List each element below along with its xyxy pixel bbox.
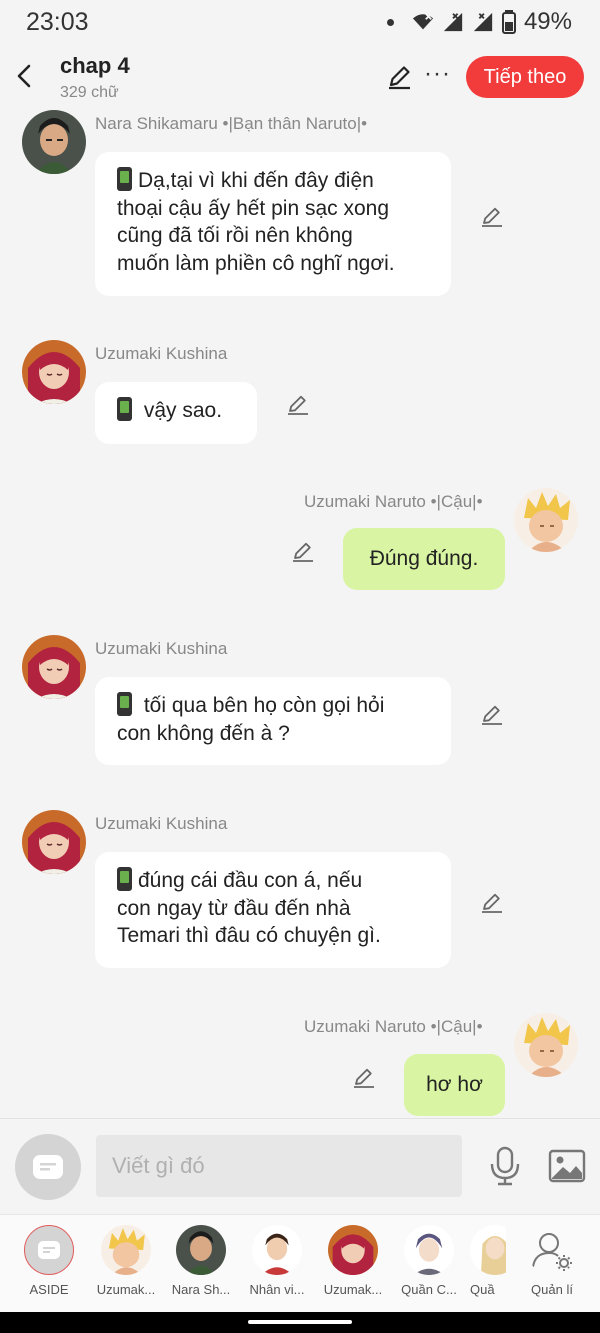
battery-icon xyxy=(501,10,516,34)
character-naruto[interactable]: Uzumak... xyxy=(94,1225,158,1297)
avatar-naruto xyxy=(101,1225,151,1275)
avatar-kushina[interactable] xyxy=(22,635,86,699)
avatar-kushina[interactable] xyxy=(22,810,86,874)
back-button[interactable] xyxy=(12,58,36,94)
avatar-kushina xyxy=(328,1225,378,1275)
wifi-icon xyxy=(412,13,434,30)
message-bubble[interactable]: Dạ,tại vì khi đến đây điện thoại cậu ấy … xyxy=(95,152,451,296)
character-label: Nhân vi... xyxy=(249,1282,305,1297)
character-label: Nara Sh... xyxy=(171,1282,231,1297)
manage-characters-button[interactable]: Quản lí xyxy=(520,1225,584,1297)
character-blonde[interactable]: Quầ xyxy=(470,1225,506,1297)
notification-dot-icon xyxy=(386,18,394,26)
chapter-title: chap 4 xyxy=(60,53,130,78)
status-time: 23:03 xyxy=(26,8,89,36)
character-shikamaru[interactable]: Nara Sh... xyxy=(169,1225,233,1297)
avatar-purple xyxy=(404,1225,454,1275)
edit-message-icon[interactable] xyxy=(286,392,310,416)
phone-icon xyxy=(117,167,132,191)
message-line: thoại cậu ấy hết pin sạc xong xyxy=(117,196,390,220)
next-chapter-button[interactable]: Tiếp theo xyxy=(466,56,584,98)
character-purple[interactable]: Quần C... xyxy=(397,1225,461,1297)
message-line: muốn làm phiền cô nghĩ ngơi. xyxy=(117,251,395,275)
message-bubble[interactable]: tối qua bên họ còn gọi hỏi con không đến… xyxy=(95,677,451,765)
message-line: Temari thì đâu có chuyện gì. xyxy=(117,924,381,947)
signal-2-icon xyxy=(473,12,493,32)
aside-button[interactable] xyxy=(15,1134,81,1200)
home-gesture-bar[interactable] xyxy=(248,1320,352,1324)
avatar-shikamaru xyxy=(176,1225,226,1275)
message-bubble[interactable]: vậy sao. xyxy=(95,382,257,444)
sender-name: Nara Shikamaru •|Bạn thân Naruto|• xyxy=(95,114,368,133)
status-icons: 49% xyxy=(386,8,572,36)
chapter-header: chap 4 329 chữ ··· Tiếp theo xyxy=(0,44,600,110)
chat-bubble-icon xyxy=(33,1155,63,1179)
avatar-naruto[interactable] xyxy=(514,1013,578,1077)
edit-message-icon[interactable] xyxy=(480,204,504,228)
avatar-shikamaru[interactable] xyxy=(22,110,86,174)
chat-area[interactable]: Nara Shikamaru •|Bạn thân Naruto|• Dạ,tạ… xyxy=(0,110,600,1118)
microphone-icon[interactable] xyxy=(488,1146,522,1186)
battery-level: 49% xyxy=(523,8,572,35)
sender-name: Uzumaki Kushina xyxy=(95,814,228,833)
message-input[interactable] xyxy=(96,1135,462,1197)
message-line: con ngay từ đầu đến nhà xyxy=(117,896,351,920)
message-line: đúng cái đầu con á, nếu xyxy=(138,869,363,892)
character-aside[interactable]: ASIDE xyxy=(17,1225,81,1297)
chevron-left-icon xyxy=(17,64,31,88)
edit-pencil-icon[interactable] xyxy=(386,64,412,90)
character-bar: ASIDE Uzumak... Nara Sh... Nhân vi... Uz… xyxy=(0,1214,600,1312)
message-bubble[interactable]: Đúng đúng. xyxy=(343,528,505,590)
message-input-bar xyxy=(0,1118,600,1214)
status-bar: 23:03 49% xyxy=(0,0,600,44)
sender-name: Uzumaki Naruto •|Cậu|• xyxy=(304,492,483,511)
character-label: Quần C... xyxy=(401,1282,457,1297)
character-npc[interactable]: Nhân vi... xyxy=(245,1225,309,1297)
character-label: Uzumak... xyxy=(323,1282,383,1297)
message-line: con không đến à ? xyxy=(117,721,290,745)
message-line: Dạ,tại vì khi đến đây điện xyxy=(138,169,374,192)
system-nav-bar xyxy=(0,1312,600,1333)
message-line: tối qua bên họ còn gọi hỏi xyxy=(143,694,385,717)
avatar-blonde xyxy=(470,1225,506,1275)
word-count: 329 chữ xyxy=(60,84,119,101)
phone-icon xyxy=(117,867,132,891)
avatar-naruto[interactable] xyxy=(514,488,578,552)
aside-icon xyxy=(24,1225,74,1275)
character-label: Quầ xyxy=(470,1282,495,1297)
avatar-kushina[interactable] xyxy=(22,340,86,404)
message-bubble[interactable]: hơ hơ xyxy=(404,1054,505,1116)
edit-message-icon[interactable] xyxy=(291,539,315,563)
user-settings-icon xyxy=(527,1225,577,1275)
message-bubble[interactable]: đúng cái đầu con á, nếu con ngay từ đầu … xyxy=(95,852,451,968)
edit-message-icon[interactable] xyxy=(352,1065,376,1089)
character-kushina[interactable]: Uzumak... xyxy=(321,1225,385,1297)
message-line: vậy sao. xyxy=(143,399,223,422)
more-options-button[interactable]: ··· xyxy=(424,60,451,88)
phone-icon xyxy=(117,397,132,421)
sender-name: Uzumaki Kushina xyxy=(95,344,228,363)
image-icon[interactable] xyxy=(548,1149,586,1183)
edit-message-icon[interactable] xyxy=(480,702,504,726)
character-label: Quản lí xyxy=(531,1282,573,1297)
edit-message-icon[interactable] xyxy=(480,890,504,914)
message-line: hơ hơ xyxy=(426,1073,483,1097)
signal-icon xyxy=(443,12,463,32)
character-label: Uzumak... xyxy=(96,1282,156,1297)
message-line: Đúng đúng. xyxy=(369,547,479,571)
message-line: cũng đã tối rồi nên không xyxy=(117,224,353,247)
phone-icon xyxy=(117,692,132,716)
sender-name: Uzumaki Kushina xyxy=(95,639,228,658)
sender-name: Uzumaki Naruto •|Cậu|• xyxy=(304,1017,483,1036)
character-label: ASIDE xyxy=(29,1282,69,1297)
avatar-boy xyxy=(252,1225,302,1275)
